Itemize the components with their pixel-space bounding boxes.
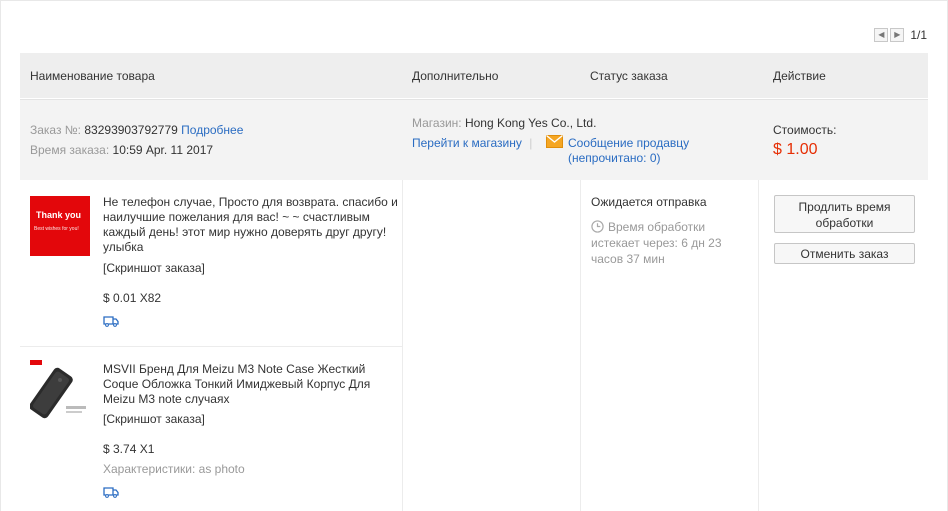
- header-status: Статус заказа: [590, 69, 668, 83]
- store-line: Магазин: Hong Kong Yes Co., Ltd.: [412, 116, 596, 130]
- column-divider: [402, 180, 403, 511]
- extend-processing-time-button[interactable]: Продлить время обработки: [774, 195, 915, 233]
- link-separator: |: [529, 136, 533, 150]
- product-specs: Характеристики: as photo: [103, 462, 245, 476]
- next-page-button[interactable]: ▶: [890, 28, 905, 42]
- product-thumbnail[interactable]: [30, 360, 90, 420]
- product-title-link[interactable]: MSVII Бренд Для Meizu M3 Note Case Жестк…: [103, 362, 398, 407]
- product-thumbnail[interactable]: Thank you Best wishes for you!: [30, 196, 90, 256]
- header-action: Действие: [773, 69, 826, 83]
- cancel-order-button[interactable]: Отменить заказ: [774, 243, 915, 264]
- order-snapshot-link[interactable]: [Скриншот заказа]: [103, 261, 205, 275]
- order-time-line: Время заказа: 10:59 Apr. 11 2017: [30, 143, 213, 157]
- thumbnail-text: Thank you: [36, 210, 82, 220]
- order-number: 83293903792779: [84, 123, 178, 137]
- store-name: Hong Kong Yes Co., Ltd.: [464, 116, 597, 130]
- unread-count-label[interactable]: (непрочитано: 0): [568, 151, 661, 165]
- shipping-truck-icon: [103, 486, 119, 498]
- order-time-label: Время заказа:: [30, 143, 110, 157]
- product-title-link[interactable]: Не телефон случае, Просто для возврата. …: [103, 195, 398, 255]
- shipping-truck-icon: [103, 315, 119, 327]
- order-details-link[interactable]: Подробнее: [181, 123, 243, 137]
- product-price: $ 3.74 X1: [103, 442, 155, 456]
- order-snapshot-link[interactable]: [Скриншот заказа]: [103, 412, 205, 426]
- store-actions: Перейти к магазину |: [412, 136, 536, 150]
- envelope-icon: [546, 134, 563, 151]
- order-info-row: Заказ №: 83293903792779 Подробнее Время …: [20, 99, 928, 180]
- product-price: $ 0.01 X82: [103, 291, 162, 305]
- order-items: Thank you Best wishes for you! Не телефо…: [20, 180, 928, 511]
- message-seller-link[interactable]: Сообщение продавцу: [568, 136, 689, 150]
- header-product: Наименование товара: [30, 69, 155, 83]
- thumbnail-subtext: Best wishes for you!: [34, 226, 79, 232]
- store-label: Магазин:: [412, 116, 462, 130]
- order-status: Ожидается отправка: [591, 195, 707, 209]
- processing-timer: Время обработки истекает через: 6 дн 23 …: [591, 219, 751, 267]
- table-header: Наименование товара Дополнительно Статус…: [20, 53, 928, 98]
- header-additional: Дополнительно: [412, 69, 499, 83]
- cost-label: Стоимость:: [773, 123, 837, 137]
- order-number-label: Заказ №:: [30, 123, 82, 137]
- order-cost: $ 1.00: [773, 141, 818, 158]
- order-number-line: Заказ №: 83293903792779 Подробнее: [30, 123, 243, 137]
- column-divider: [580, 180, 581, 511]
- item-divider: [20, 346, 402, 347]
- column-divider: [758, 180, 759, 511]
- clock-icon: [591, 220, 604, 233]
- order-list-panel: ◀ ▶ 1/1 Наименование товара Дополнительн…: [0, 0, 948, 511]
- message-seller-label[interactable]: Сообщение продавцу: [568, 136, 689, 150]
- unread-count[interactable]: (непрочитано: 0): [568, 151, 661, 165]
- pager: ◀ ▶ 1/1: [874, 28, 927, 42]
- order-time: 10:59 Apr. 11 2017: [112, 143, 214, 157]
- go-to-store-link[interactable]: Перейти к магазину: [412, 136, 522, 150]
- prev-page-button[interactable]: ◀: [874, 28, 889, 42]
- processing-timer-text: Время обработки истекает через: 6 дн 23 …: [591, 220, 722, 266]
- page-indicator: 1/1: [910, 28, 927, 42]
